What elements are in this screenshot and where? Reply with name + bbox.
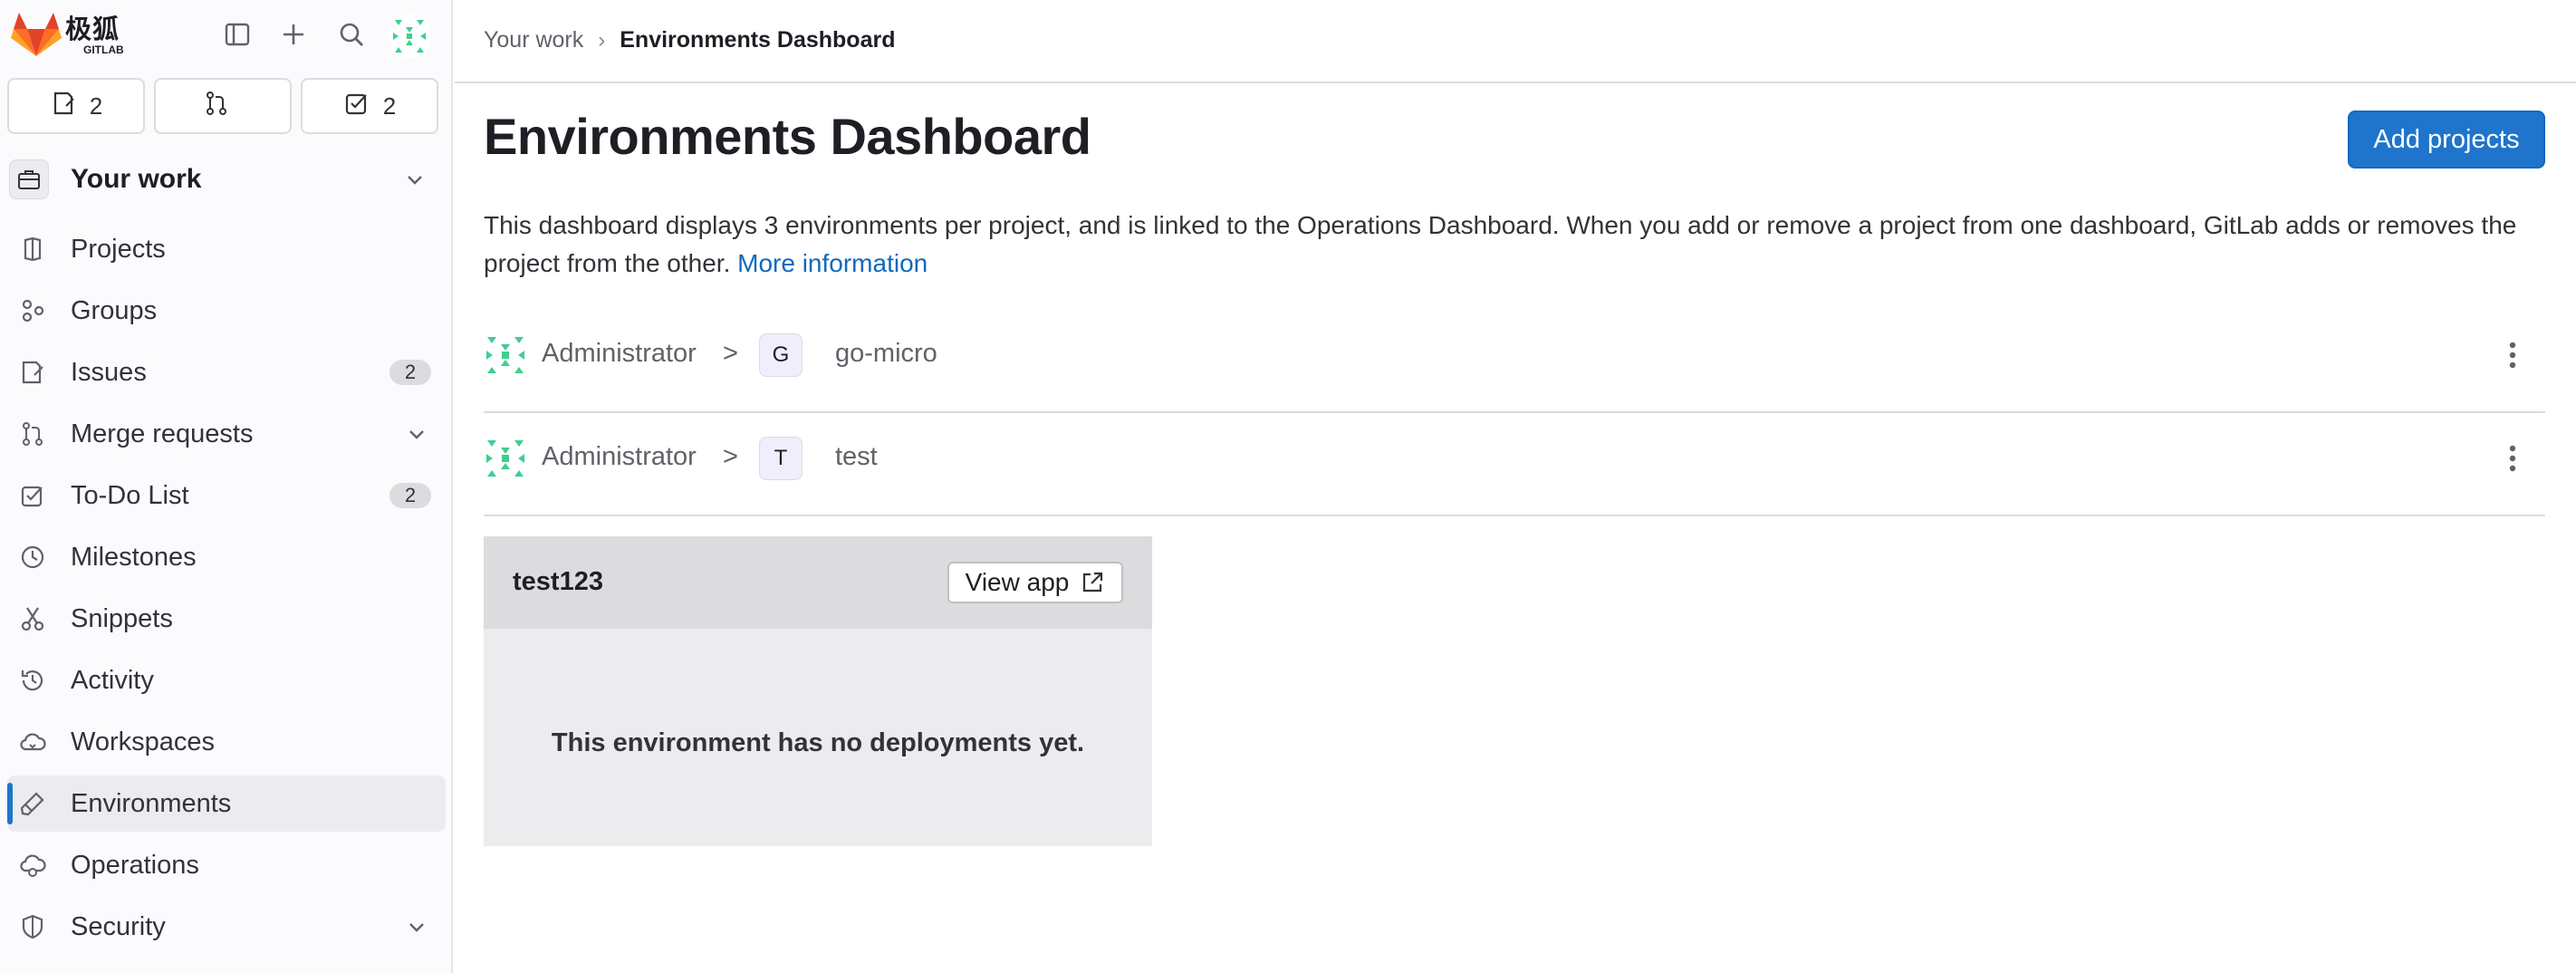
project-avatar[interactable]: G xyxy=(759,333,803,377)
avatar[interactable] xyxy=(484,437,527,480)
shield-icon xyxy=(18,912,47,941)
sidebar-item-label: Groups xyxy=(71,295,158,325)
counter-bar: 2 2 xyxy=(7,78,438,134)
sidebar-item-label: Milestones xyxy=(71,542,197,572)
gitlab-logo-icon[interactable] xyxy=(11,11,62,58)
sidebar-item-issues[interactable]: Issues 2 xyxy=(7,344,446,400)
breadcrumb-separator: › xyxy=(598,27,606,53)
search-icon[interactable] xyxy=(333,16,370,53)
sidebar-item-todo-list[interactable]: To-Do List 2 xyxy=(7,467,446,524)
scissors-icon xyxy=(18,604,47,633)
sidebar-item-label: Merge requests xyxy=(71,419,254,448)
todo-icon xyxy=(18,481,47,510)
external-link-icon xyxy=(1083,572,1103,592)
more-information-link[interactable]: More information xyxy=(737,249,928,277)
issues-icon xyxy=(18,358,47,387)
project-owner-link[interactable]: Administrator xyxy=(542,442,697,472)
sidebar: 极狐 GITLAB 2 2 Your work Projects Groups … xyxy=(0,0,453,973)
sidebar-item-label: Operations xyxy=(71,850,199,880)
sidebar-item-label: Snippets xyxy=(71,603,173,633)
chevron-down-icon[interactable] xyxy=(404,421,429,447)
view-app-label: View app xyxy=(965,568,1070,596)
page-description: This dashboard displays 3 environments p… xyxy=(484,207,2531,283)
sidebar-item-environments[interactable]: Environments xyxy=(7,776,446,832)
sidebar-item-snippets[interactable]: Snippets xyxy=(7,591,446,647)
sidebar-item-projects[interactable]: Projects xyxy=(7,221,446,277)
plus-icon[interactable] xyxy=(275,16,312,53)
count-badge: 2 xyxy=(389,483,431,508)
todo-count: 2 xyxy=(382,92,397,120)
sidebar-item-label: Projects xyxy=(71,234,166,264)
section-title: Your work xyxy=(71,164,202,194)
project-name-link[interactable]: test xyxy=(835,442,878,472)
environment-card: test123 View app This environment has no… xyxy=(484,536,1152,846)
todo-icon xyxy=(343,90,370,123)
chevron-down-icon[interactable] xyxy=(404,914,429,939)
sidebar-item-label: Workspaces xyxy=(71,727,216,756)
sidebar-item-merge-requests[interactable]: Merge requests xyxy=(7,406,446,462)
cloud-gear-icon xyxy=(18,851,47,880)
count-badge: 2 xyxy=(389,360,431,385)
your-work-section-toggle[interactable]: Your work xyxy=(9,152,444,207)
more-actions-icon[interactable] xyxy=(2494,337,2531,373)
group-icon xyxy=(18,296,47,325)
rocket-icon xyxy=(18,789,47,818)
issues-counter-button[interactable]: 2 xyxy=(7,78,145,134)
brand-name-cn: 极狐 xyxy=(65,15,120,44)
breadcrumb-your-work[interactable]: Your work xyxy=(484,27,583,53)
avatar[interactable] xyxy=(484,333,527,377)
issues-icon xyxy=(50,90,77,123)
brand-text: 极狐 GITLAB xyxy=(65,15,124,56)
project-name-link[interactable]: go-micro xyxy=(835,339,937,369)
briefcase-icon xyxy=(9,159,49,199)
project-icon xyxy=(18,235,47,264)
environment-name[interactable]: test123 xyxy=(513,567,603,597)
project-avatar[interactable]: T xyxy=(759,437,803,480)
todo-counter-button[interactable]: 2 xyxy=(301,78,438,134)
project-row: Administrator > G go-micro xyxy=(484,312,2545,413)
project-owner-link[interactable]: Administrator xyxy=(542,339,697,369)
merge-request-icon xyxy=(18,419,47,448)
sidebar-nav: Projects Groups Issues 2 Merge requests … xyxy=(7,221,446,960)
environment-card-header: test123 View app xyxy=(484,536,1152,629)
main-content: Your work › Environments Dashboard Envir… xyxy=(455,0,2576,973)
sidebar-item-security[interactable]: Security xyxy=(7,899,446,955)
breadcrumb-current[interactable]: Environments Dashboard xyxy=(620,27,895,53)
sidebar-topbar: 极狐 GITLAB xyxy=(0,0,453,69)
chevron-down-icon xyxy=(408,176,422,185)
sidebar-item-label: To-Do List xyxy=(71,480,189,510)
sidebar-item-milestones[interactable]: Milestones xyxy=(7,529,446,585)
add-projects-button[interactable]: Add projects xyxy=(2348,111,2545,169)
path-separator: > xyxy=(723,339,738,368)
clock-icon xyxy=(18,543,47,572)
sidebar-item-label: Issues xyxy=(71,357,147,387)
avatar[interactable] xyxy=(388,14,431,58)
sidebar-item-workspaces[interactable]: Workspaces xyxy=(7,714,446,770)
sidebar-toggle-icon[interactable] xyxy=(219,16,255,53)
sidebar-item-label: Activity xyxy=(71,665,154,695)
issues-count: 2 xyxy=(89,92,103,120)
path-separator: > xyxy=(723,442,738,471)
brand-name-en: GITLAB xyxy=(83,43,124,56)
sidebar-item-operations[interactable]: Operations xyxy=(7,837,446,893)
sidebar-item-groups[interactable]: Groups xyxy=(7,283,446,339)
sidebar-item-label: Environments xyxy=(71,788,232,818)
merge-requests-counter-button[interactable] xyxy=(154,78,292,134)
more-actions-icon[interactable] xyxy=(2494,440,2531,477)
view-app-button[interactable]: View app xyxy=(947,562,1123,603)
sidebar-item-activity[interactable]: Activity xyxy=(7,652,446,708)
cloud-icon xyxy=(18,727,47,756)
breadcrumb: Your work › Environments Dashboard xyxy=(484,27,895,53)
breadcrumb-bar: Your work › Environments Dashboard xyxy=(455,0,2576,83)
merge-request-icon xyxy=(203,90,230,123)
history-icon xyxy=(18,666,47,695)
page-title: Environments Dashboard xyxy=(484,108,1091,165)
empty-state-text: This environment has no deployments yet. xyxy=(551,728,1085,757)
sidebar-item-label: Security xyxy=(71,911,166,941)
project-row: Administrator > T test xyxy=(484,415,2545,516)
